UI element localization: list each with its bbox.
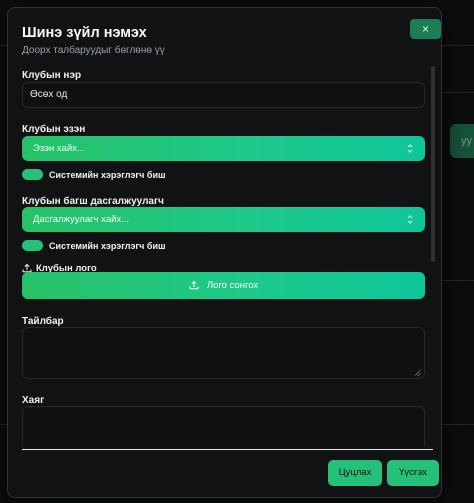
club-coach-label: Клубын багш дасгалжуулагч [22,196,164,207]
club-name-input[interactable]: Өсөх од [22,82,425,108]
chevron-up-down-icon [407,144,413,153]
club-coach-select[interactable]: Дасгалжуулагч хайх... [22,207,425,232]
club-owner-label: Клубын эзэн [22,124,86,135]
club-coach-toggle[interactable] [22,240,43,251]
upload-icon [189,280,199,290]
choose-logo-button[interactable]: Лого сонгох [22,272,425,299]
add-item-dialog: Шинэ зүйл нэмэх Доорх талбаруудыг бөглөн… [7,7,442,498]
address-label: Хаяг [22,395,45,406]
club-owner-toggle-label: Системийн хэрэглэгч биш [49,170,166,180]
background-button: уу [450,124,474,158]
background-divider [440,92,474,93]
background-divider [440,424,474,425]
dialog-subtitle: Доорх талбаруудыг бөглөнө үү [22,45,165,56]
dialog-title: Шинэ зүйл нэмэх [22,25,147,41]
club-name-label: Клубын нэр [22,70,82,81]
club-coach-toggle-label: Системийн хэрэглэгч биш [49,241,166,251]
background-divider [0,424,7,425]
resize-handle-icon[interactable] [415,369,421,375]
cancel-button[interactable]: Цуцлах [328,460,382,486]
close-icon: × [421,22,429,36]
club-owner-toggle[interactable] [22,169,43,180]
chevron-up-down-icon [407,215,413,224]
close-button[interactable]: × [410,19,441,39]
footer-divider [22,449,433,450]
choose-logo-label: Лого сонгох [206,280,259,291]
description-label: Тайлбар [22,316,64,327]
club-owner-select[interactable]: Эзэн хайх... [22,136,425,161]
club-coach-placeholder: Дасгалжуулагч хайх... [33,214,130,225]
create-button[interactable]: Үүсгэх [387,460,439,486]
club-owner-placeholder: Эзэн хайх... [33,143,85,154]
address-textarea[interactable] [22,406,425,446]
background-divider [440,280,474,281]
scrollbar[interactable] [431,66,435,262]
description-textarea[interactable] [22,327,425,379]
